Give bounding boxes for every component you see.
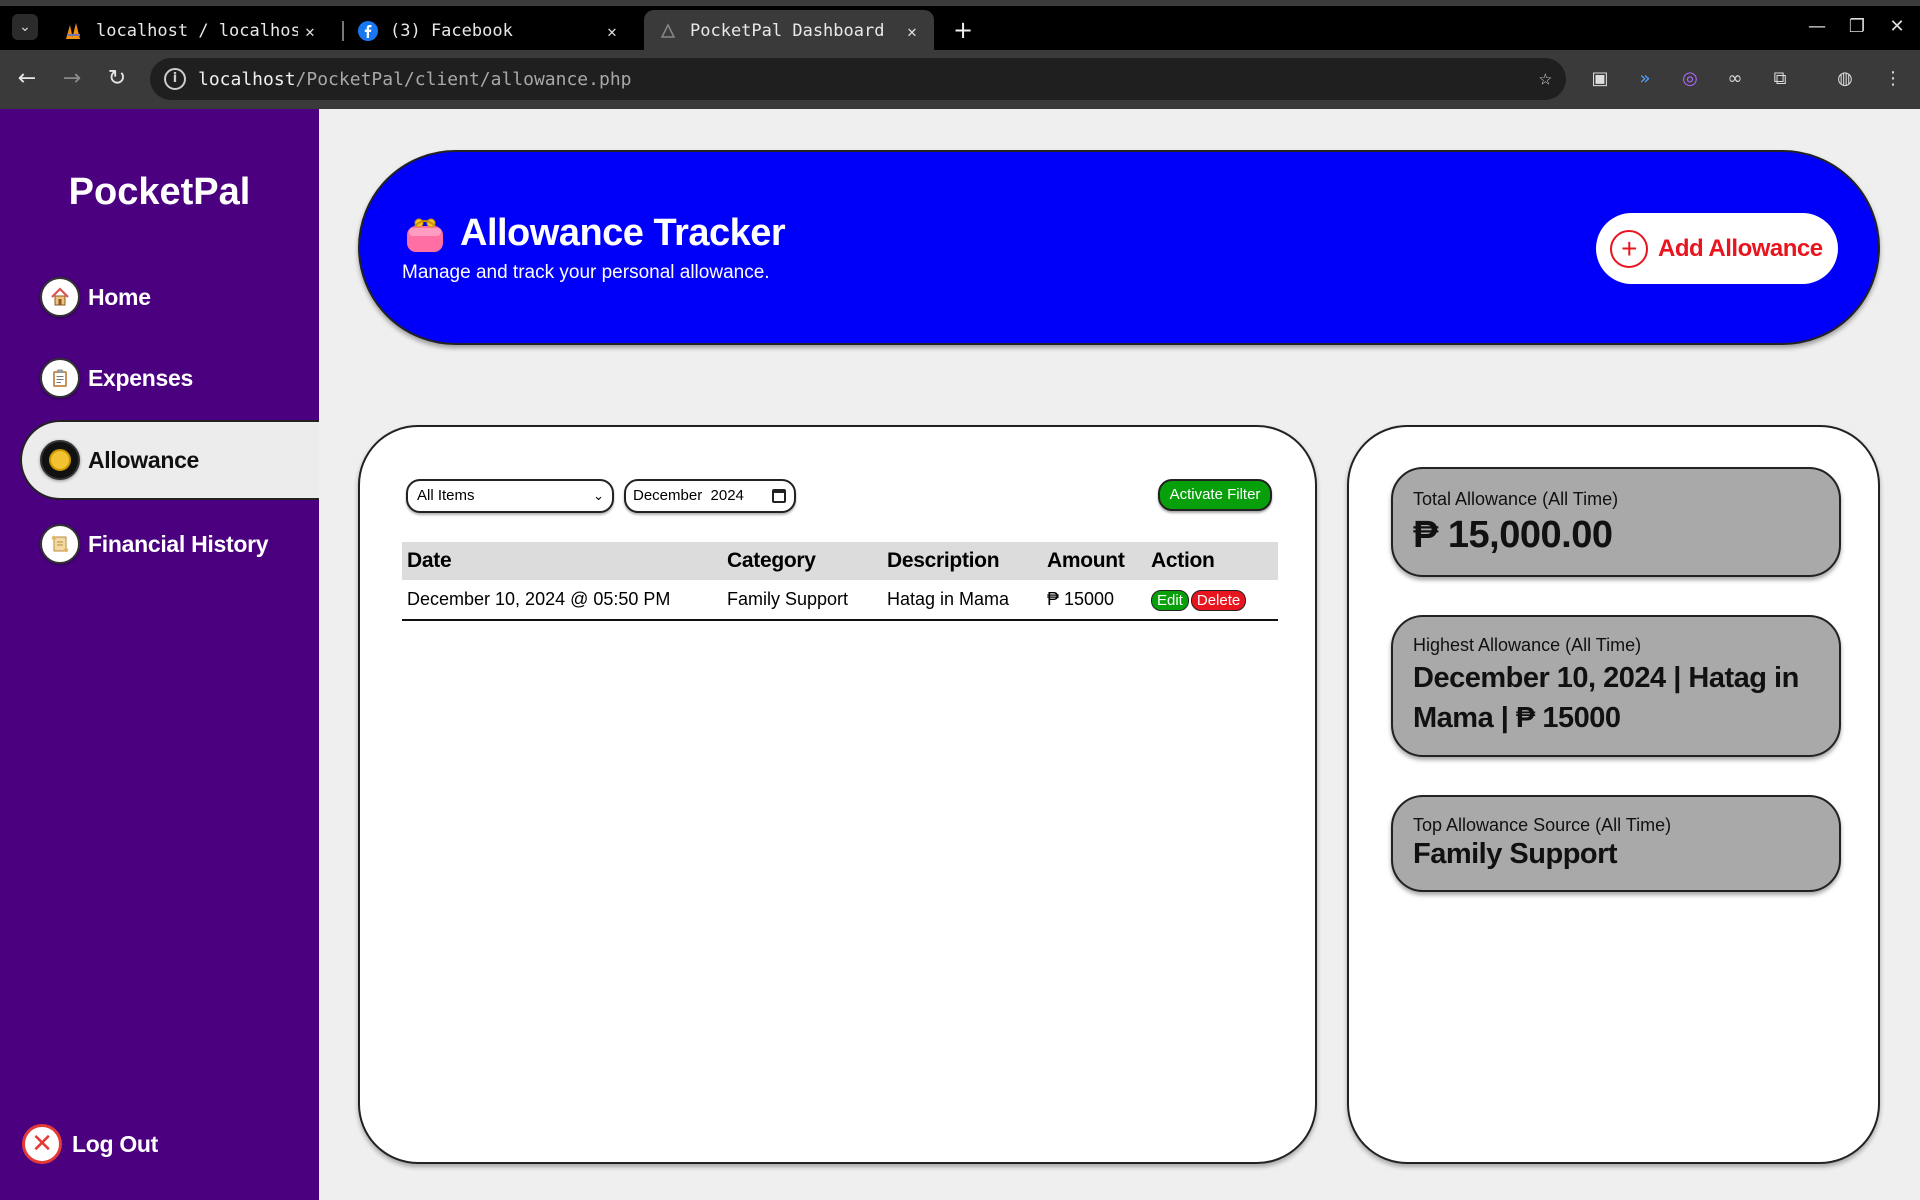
column-header-action: Action [1146, 542, 1278, 580]
sidebar-item-label: Financial History [88, 530, 269, 557]
facebook-icon [358, 21, 378, 41]
activate-filter-button[interactable]: Activate Filter [1158, 479, 1272, 511]
extensions-puzzle-icon[interactable]: ⧉ [1765, 64, 1795, 94]
column-header-description: Description [882, 542, 1042, 580]
table-header-row: Date Category Description Amount Action [402, 542, 1278, 580]
browser-menu-icon[interactable]: ⋮ [1878, 64, 1908, 94]
window-close-icon[interactable]: ✕ [1882, 16, 1912, 37]
month-filter-value: December 2024 [633, 487, 744, 504]
close-circle-icon: ✕ [22, 1124, 62, 1164]
page-title: Allowance Tracker [460, 212, 786, 254]
reload-icon[interactable]: ↻ [102, 64, 132, 94]
plus-circle-icon: + [1610, 229, 1648, 268]
close-icon[interactable]: ✕ [298, 22, 322, 41]
category-filter-value: All Items [417, 487, 475, 504]
sidebar-item-allowance[interactable]: Allowance [20, 420, 319, 500]
scroll-icon [40, 524, 80, 564]
browser-tab-bar: ⌄ localhost / localhost ✕ (3) Facebook ✕… [0, 0, 1920, 52]
stat-value: December 10, 2024 | Hatag in Mama | ₱ 15… [1413, 662, 1799, 734]
back-icon[interactable]: ← [12, 64, 42, 94]
read-aloud-icon[interactable]: » [1630, 64, 1660, 94]
tab-search-icon[interactable]: ▣ [1585, 64, 1615, 94]
page-header-banner: Allowance Tracker Manage and track your … [358, 150, 1880, 345]
extension-glasses-icon[interactable]: ∞ [1720, 64, 1750, 94]
site-info-icon[interactable]: i [164, 68, 186, 90]
category-filter-select[interactable]: All Items ⌄ [406, 479, 614, 513]
sidebar: PocketPal Home Expenses Allowance Financ… [0, 109, 319, 1200]
add-allowance-label: Add Allowance [1658, 234, 1823, 262]
profile-avatar-icon[interactable]: ◍ [1830, 64, 1860, 94]
restore-icon[interactable]: ❐ [1842, 16, 1872, 37]
close-icon[interactable]: ✕ [900, 22, 924, 41]
add-allowance-button[interactable]: + Add Allowance [1596, 213, 1838, 284]
app-brand: PocketPal [68, 171, 251, 213]
stat-value: ₱ 15,000.00 [1413, 514, 1613, 556]
coin-icon [40, 440, 80, 480]
clipboard-icon [40, 358, 80, 398]
url-host: localhost [198, 68, 296, 90]
sidebar-item-home[interactable]: Home [22, 257, 319, 337]
address-bar[interactable]: i localhost/PocketPal/client/allowance.p… [150, 58, 1566, 100]
browser-toolbar: ← → ↻ i localhost/PocketPal/client/allow… [0, 50, 1920, 109]
edit-button[interactable]: Edit [1151, 589, 1189, 611]
stat-label: Total Allowance (All Time) [1413, 489, 1619, 509]
cell-date: December 10, 2024 @ 05:50 PM [402, 580, 722, 621]
sidebar-item-label: Home [88, 283, 151, 310]
page-subtitle: Manage and track your personal allowance… [402, 262, 770, 283]
tab-title: localhost / localhost [96, 21, 298, 41]
tab-facebook[interactable]: (3) Facebook ✕ [344, 10, 634, 52]
logout-button[interactable]: ✕ Log Out [22, 1104, 319, 1184]
column-header-category: Category [722, 542, 882, 580]
cell-description: Hatag in Mama [882, 580, 1042, 621]
house-icon [40, 277, 80, 317]
sidebar-item-label: Expenses [88, 364, 193, 391]
highest-allowance-card: Highest Allowance (All Time) December 10… [1391, 615, 1841, 757]
tab-localhost[interactable]: localhost / localhost ✕ [50, 10, 332, 52]
stats-panel: Total Allowance (All Time) ₱ 15,000.00 H… [1347, 425, 1880, 1164]
logout-label: Log Out [72, 1130, 159, 1157]
new-tab-button[interactable]: + [950, 16, 976, 44]
delete-button[interactable]: Delete [1190, 589, 1247, 611]
forward-icon[interactable]: → [57, 64, 87, 94]
column-header-date: Date [402, 542, 722, 580]
column-header-amount: Amount [1042, 542, 1146, 580]
minimize-icon[interactable]: — [1802, 16, 1832, 37]
tab-title: (3) Facebook [390, 21, 513, 41]
stat-value: Family Support [1413, 838, 1618, 870]
month-filter-input[interactable]: December 2024 [624, 479, 796, 513]
extension-broadcast-icon[interactable]: ◎ [1675, 64, 1705, 94]
table-row: December 10, 2024 @ 05:50 PM Family Supp… [402, 580, 1278, 621]
stat-label: Highest Allowance (All Time) [1413, 635, 1642, 655]
stat-label: Top Allowance Source (All Time) [1413, 815, 1672, 835]
blank-page-icon [658, 21, 678, 41]
bookmark-star-icon[interactable]: ☆ [1539, 66, 1552, 91]
allowance-table: Date Category Description Amount Action … [402, 542, 1278, 621]
allowance-table-panel: All Items ⌄ December 2024 Activate Filte… [358, 425, 1317, 1164]
cell-action: Edit Delete [1146, 580, 1278, 621]
sidebar-item-financial-history[interactable]: Financial History [22, 504, 319, 584]
tab-pocketpal[interactable]: PocketPal Dashboard ✕ [644, 10, 934, 52]
phpmyadmin-icon [64, 21, 84, 41]
url-path: /PocketPal/client/allowance.php [295, 68, 632, 90]
calendar-icon[interactable] [772, 489, 786, 503]
tab-title: PocketPal Dashboard [690, 21, 885, 41]
top-allowance-source-card: Top Allowance Source (All Time) Family S… [1391, 795, 1841, 892]
sidebar-item-label: Allowance [88, 446, 200, 473]
close-icon[interactable]: ✕ [600, 22, 624, 41]
cell-amount: ₱ 15000 [1042, 580, 1146, 621]
total-allowance-card: Total Allowance (All Time) ₱ 15,000.00 [1391, 467, 1841, 577]
tab-search-button[interactable]: ⌄ [12, 14, 38, 40]
cell-category: Family Support [722, 580, 882, 621]
chevron-down-icon: ⌄ [593, 488, 604, 503]
purse-icon [407, 218, 443, 252]
sidebar-item-expenses[interactable]: Expenses [22, 338, 319, 418]
